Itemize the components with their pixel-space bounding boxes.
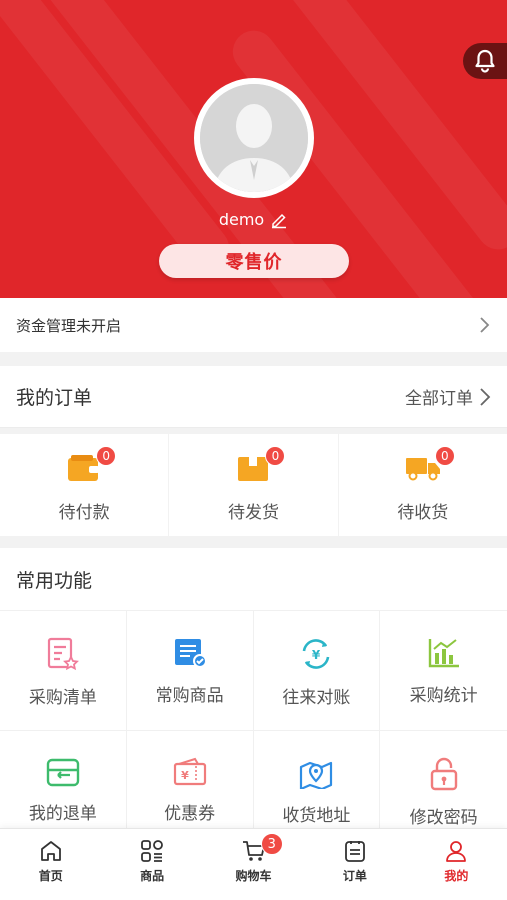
count-badge: 0 [434,446,455,466]
username-row[interactable]: demo [0,210,507,229]
tab-label: 购物车 [235,869,272,883]
tab-label: 首页 [38,869,63,883]
order-status-pending-receipt[interactable]: 0 待收货 [339,434,507,536]
tool-label: 往来对账 [282,688,351,708]
reconcile-icon: ¥ [303,639,330,669]
statistics-icon [428,639,459,668]
tool-label: 常购商品 [155,686,224,706]
order-status-pending-payment[interactable]: 0 待付款 [0,434,170,536]
purchase-list-icon [47,637,79,671]
tab-label: 订单 [342,869,367,883]
avatar-placeholder-icon [200,84,308,192]
all-orders-link[interactable]: 全部订单 [405,384,491,409]
my-orders-title: 我的订单 [16,387,93,409]
avatar[interactable] [194,78,314,198]
goods-grid-icon [141,840,164,862]
username: demo [218,210,265,229]
common-functions-section: 常用功能 采购清单 常购商品 ¥ 往来对账 采购统计 我的退单 ¥ 优惠券 收货… [0,548,507,851]
price-mode-button[interactable]: 零售价 [159,244,349,278]
status-label: 待发货 [227,503,279,523]
user-icon [446,841,467,862]
profile-header: demo 零售价 [0,0,507,298]
chevron-right-icon [480,317,490,333]
tab-label: 商品 [140,869,165,883]
tool-purchase-list[interactable]: 采购清单 [0,611,127,731]
tab-cart[interactable]: 3 购物车 [203,829,304,900]
cart-count-badge: 3 [260,833,283,855]
chevron-right-icon [480,387,491,406]
tab-orders[interactable]: 订单 [304,829,405,900]
tool-label: 采购清单 [28,688,97,708]
home-icon [40,841,61,861]
tab-goods[interactable]: 商品 [101,829,202,900]
tab-home[interactable]: 首页 [0,829,101,900]
order-status-pending-shipment[interactable]: 0 待发货 [169,434,339,536]
tool-reconcile[interactable]: ¥ 往来对账 [253,611,381,731]
notification-button[interactable] [463,43,507,79]
coupon-icon: ¥ [173,757,206,786]
my-orders-header: 我的订单 全部订单 [0,366,507,428]
fund-label: 资金管理未开启 [16,316,122,335]
tool-label: 优惠券 [164,804,216,824]
svg-text:¥: ¥ [312,648,321,662]
tool-statistics[interactable]: 采购统计 [380,611,507,731]
tool-label: 收货地址 [282,806,351,826]
tool-frequent-goods[interactable]: 常购商品 [126,611,254,731]
status-label: 待付款 [58,503,110,523]
tab-label: 我的 [444,869,469,883]
tool-label: 修改密码 [409,808,478,828]
all-orders-label: 全部订单 [405,389,473,409]
svg-text:¥: ¥ [181,769,189,782]
fund-management-row[interactable]: 资金管理未开启 [0,298,507,352]
tool-label: 采购统计 [409,686,478,706]
tab-mine[interactable]: 我的 [406,829,507,900]
functions-grid: 采购清单 常购商品 ¥ 往来对账 采购统计 我的退单 ¥ 优惠券 收货地址 修改… [0,610,507,851]
return-order-icon [46,758,80,787]
bottom-tab-bar: 首页 商品 3 购物车 订单 我的 [0,828,507,900]
frequent-goods-icon [174,639,207,668]
common-functions-title: 常用功能 [16,569,93,592]
bell-icon [475,49,495,73]
order-status-row: 0 待付款 0 待发货 0 待收货 [0,434,507,536]
tool-label: 我的退单 [28,804,97,824]
order-list-icon [345,841,365,862]
address-icon [300,761,333,789]
status-label: 待收货 [397,503,449,523]
password-lock-icon [430,757,457,791]
count-badge: 0 [96,446,117,466]
count-badge: 0 [265,446,286,466]
price-label: 零售价 [225,252,283,273]
pencil-icon[interactable] [270,211,288,229]
